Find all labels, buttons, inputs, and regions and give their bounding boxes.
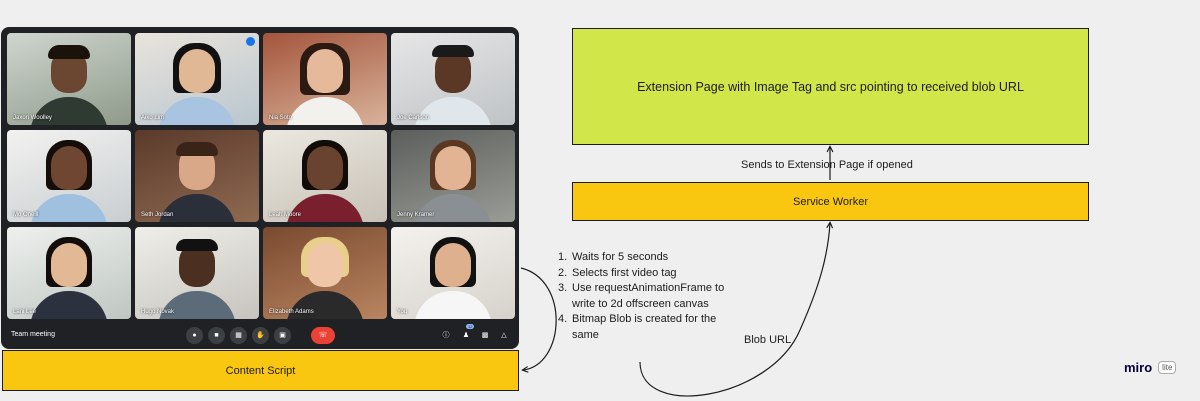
blob-url-arrow [639,223,830,397]
connector-arrows [520,0,1200,397]
miro-logo: miro [1124,360,1153,375]
miro-branding: miro lite [1124,360,1177,375]
content-script-loop-arrow [520,267,557,370]
plan-badge: lite [1158,361,1177,374]
